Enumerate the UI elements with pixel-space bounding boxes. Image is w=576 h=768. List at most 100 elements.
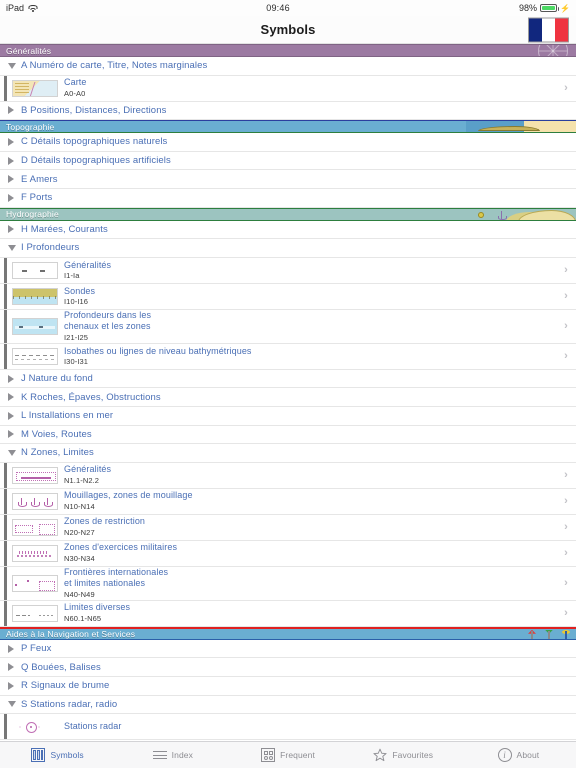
triangle-down-icon[interactable]	[8, 244, 21, 251]
triangle-right-icon[interactable]	[8, 663, 21, 672]
chevron-right-icon[interactable]: ›	[556, 320, 576, 332]
symbol-row[interactable]: Profondeurs dans les chenaux et les zones…	[0, 309, 576, 344]
symbol-code: I30-I31	[64, 357, 89, 366]
category-label: Q Bouées, Balises	[21, 661, 101, 673]
category-row[interactable]: K Roches, Épaves, Obstructions	[0, 388, 576, 407]
symbol-title-line2: chenaux et les zones	[64, 321, 151, 332]
category-row[interactable]: B Positions, Distances, Directions	[0, 101, 576, 121]
triangle-right-icon[interactable]	[8, 393, 21, 402]
category-row[interactable]: D Détails topographiques artificiels	[0, 151, 576, 171]
category-row[interactable]: C Détails topographiques naturels	[0, 133, 576, 152]
symbol-title: Sondes	[64, 285, 96, 296]
category-row[interactable]: J Nature du fond	[0, 369, 576, 389]
symbol-row[interactable]: Généralités I1-Ia ›	[0, 257, 576, 284]
symbol-title-line1: Profondeurs dans les	[64, 309, 152, 320]
frequent-grid-icon	[261, 748, 276, 762]
symbol-thumbnail	[12, 287, 58, 305]
row-indent-bar	[4, 566, 7, 600]
symbol-row[interactable]: Carte A0-A0 ›	[0, 75, 576, 102]
category-label: S Stations radar, radio	[21, 698, 118, 710]
category-row[interactable]: P Feux	[0, 639, 576, 659]
triangle-right-icon[interactable]	[8, 137, 21, 146]
triangle-right-icon[interactable]	[8, 681, 21, 690]
category-row[interactable]: H Marées, Courants	[0, 220, 576, 240]
symbol-row[interactable]: Zones de restriction N20-N27 ›	[0, 514, 576, 541]
category-row[interactable]: E Amers	[0, 170, 576, 189]
category-label: H Marées, Courants	[21, 223, 108, 235]
category-row[interactable]: M Voies, Routes	[0, 425, 576, 445]
symbol-text: Zones d'exercices militaires N30-N34	[64, 542, 556, 564]
symbol-row[interactable]: Isobathes ou lignes de niveau bathymétri…	[0, 343, 576, 370]
category-label: R Signaux de brume	[21, 680, 110, 692]
category-label: J Nature du fond	[21, 373, 93, 385]
flag-stripe-blue	[529, 18, 542, 41]
category-row[interactable]: F Ports	[0, 188, 576, 208]
chevron-right-icon[interactable]: ›	[556, 547, 576, 559]
category-row[interactable]: Q Bouées, Balises	[0, 658, 576, 677]
triangle-down-icon[interactable]	[8, 449, 21, 456]
tab-symbols[interactable]: Symbols	[0, 742, 115, 768]
chevron-right-icon[interactable]: ›	[556, 577, 576, 589]
triangle-right-icon[interactable]	[8, 175, 21, 184]
app-root: iPad 09:46 98% ⚡ Symbols Généralités A Nu…	[0, 0, 576, 768]
chevron-right-icon[interactable]: ›	[556, 290, 576, 302]
symbol-thumbnail	[12, 347, 58, 365]
symbol-code: N20-N27	[64, 527, 95, 537]
triangle-right-icon[interactable]	[8, 225, 21, 234]
triangle-right-icon[interactable]	[8, 411, 21, 420]
chevron-right-icon[interactable]: ›	[556, 521, 576, 533]
french-flag-button[interactable]	[528, 17, 569, 42]
symbol-text: Zones de restriction N20-N27	[64, 516, 556, 538]
chevron-right-icon[interactable]: ›	[556, 82, 576, 94]
chevron-right-icon[interactable]: ›	[556, 264, 576, 276]
row-indent-bar	[4, 600, 7, 626]
symbol-code: N10-N14	[64, 501, 95, 511]
symbol-row[interactable]: Zones d'exercices militaires N30-N34 ›	[0, 540, 576, 567]
tab-index[interactable]: Index	[115, 742, 230, 768]
chevron-right-icon[interactable]: ›	[556, 350, 576, 362]
symbol-thumbnail	[12, 79, 58, 97]
section-header-aides: Aides à la Navigation et Services	[0, 626, 576, 640]
triangle-down-icon[interactable]	[8, 62, 21, 69]
symbol-row[interactable]: Mouillages, zones de mouillage N10-N14 ›	[0, 488, 576, 515]
triangle-right-icon[interactable]	[8, 374, 21, 383]
tab-frequent[interactable]: Frequent	[230, 742, 345, 768]
tab-about[interactable]: i About	[461, 742, 576, 768]
symbol-thumbnail	[12, 718, 58, 736]
symbol-title: Mouillages, zones de mouillage	[64, 490, 193, 501]
triangle-right-icon[interactable]	[8, 644, 21, 653]
row-indent-bar	[4, 343, 7, 369]
triangle-down-icon[interactable]	[8, 701, 21, 708]
symbol-row[interactable]: Généralités N1.1-N2.2 ›	[0, 462, 576, 489]
chevron-right-icon[interactable]: ›	[556, 469, 576, 481]
tab-favourites[interactable]: Favourites	[346, 742, 461, 768]
symbol-row[interactable]: Limites diverses N60.1-N65 ›	[0, 600, 576, 627]
device-name: iPad	[6, 3, 25, 13]
category-label: E Amers	[21, 173, 58, 185]
symbol-row[interactable]: Sondes I10-I16 ›	[0, 283, 576, 310]
chevron-right-icon[interactable]: ›	[556, 495, 576, 507]
category-row[interactable]: I Profondeurs	[0, 239, 576, 258]
category-row[interactable]: L Installations en mer	[0, 406, 576, 426]
symbols-list[interactable]: Généralités A Numéro de carte, Titre, Not…	[0, 44, 576, 741]
row-indent-bar	[4, 309, 7, 343]
symbol-row[interactable]: Frontières internationales et limites nat…	[0, 566, 576, 601]
symbol-row[interactable]: Stations radar	[0, 714, 576, 741]
category-row[interactable]: R Signaux de brume	[0, 676, 576, 696]
symbol-thumbnail	[12, 544, 58, 562]
section-art-compass	[426, 45, 576, 56]
triangle-right-icon[interactable]	[8, 193, 21, 202]
category-row[interactable]: S Stations radar, radio	[0, 695, 576, 715]
tab-bar: Symbols Index Frequent Favourites i About	[0, 741, 576, 768]
status-bar-left: iPad	[6, 3, 38, 13]
category-row[interactable]: A Numéro de carte, Titre, Notes marginal…	[0, 57, 576, 76]
category-row[interactable]: N Zones, Limites	[0, 444, 576, 463]
triangle-right-icon[interactable]	[8, 430, 21, 439]
wifi-icon	[28, 4, 38, 12]
triangle-right-icon[interactable]	[8, 106, 21, 115]
chevron-right-icon[interactable]: ›	[556, 607, 576, 619]
section-header-label: Topographie	[6, 121, 55, 132]
triangle-right-icon[interactable]	[8, 156, 21, 165]
status-bar-right: 98% ⚡	[519, 3, 570, 13]
symbol-code: I21-I25	[64, 332, 89, 342]
